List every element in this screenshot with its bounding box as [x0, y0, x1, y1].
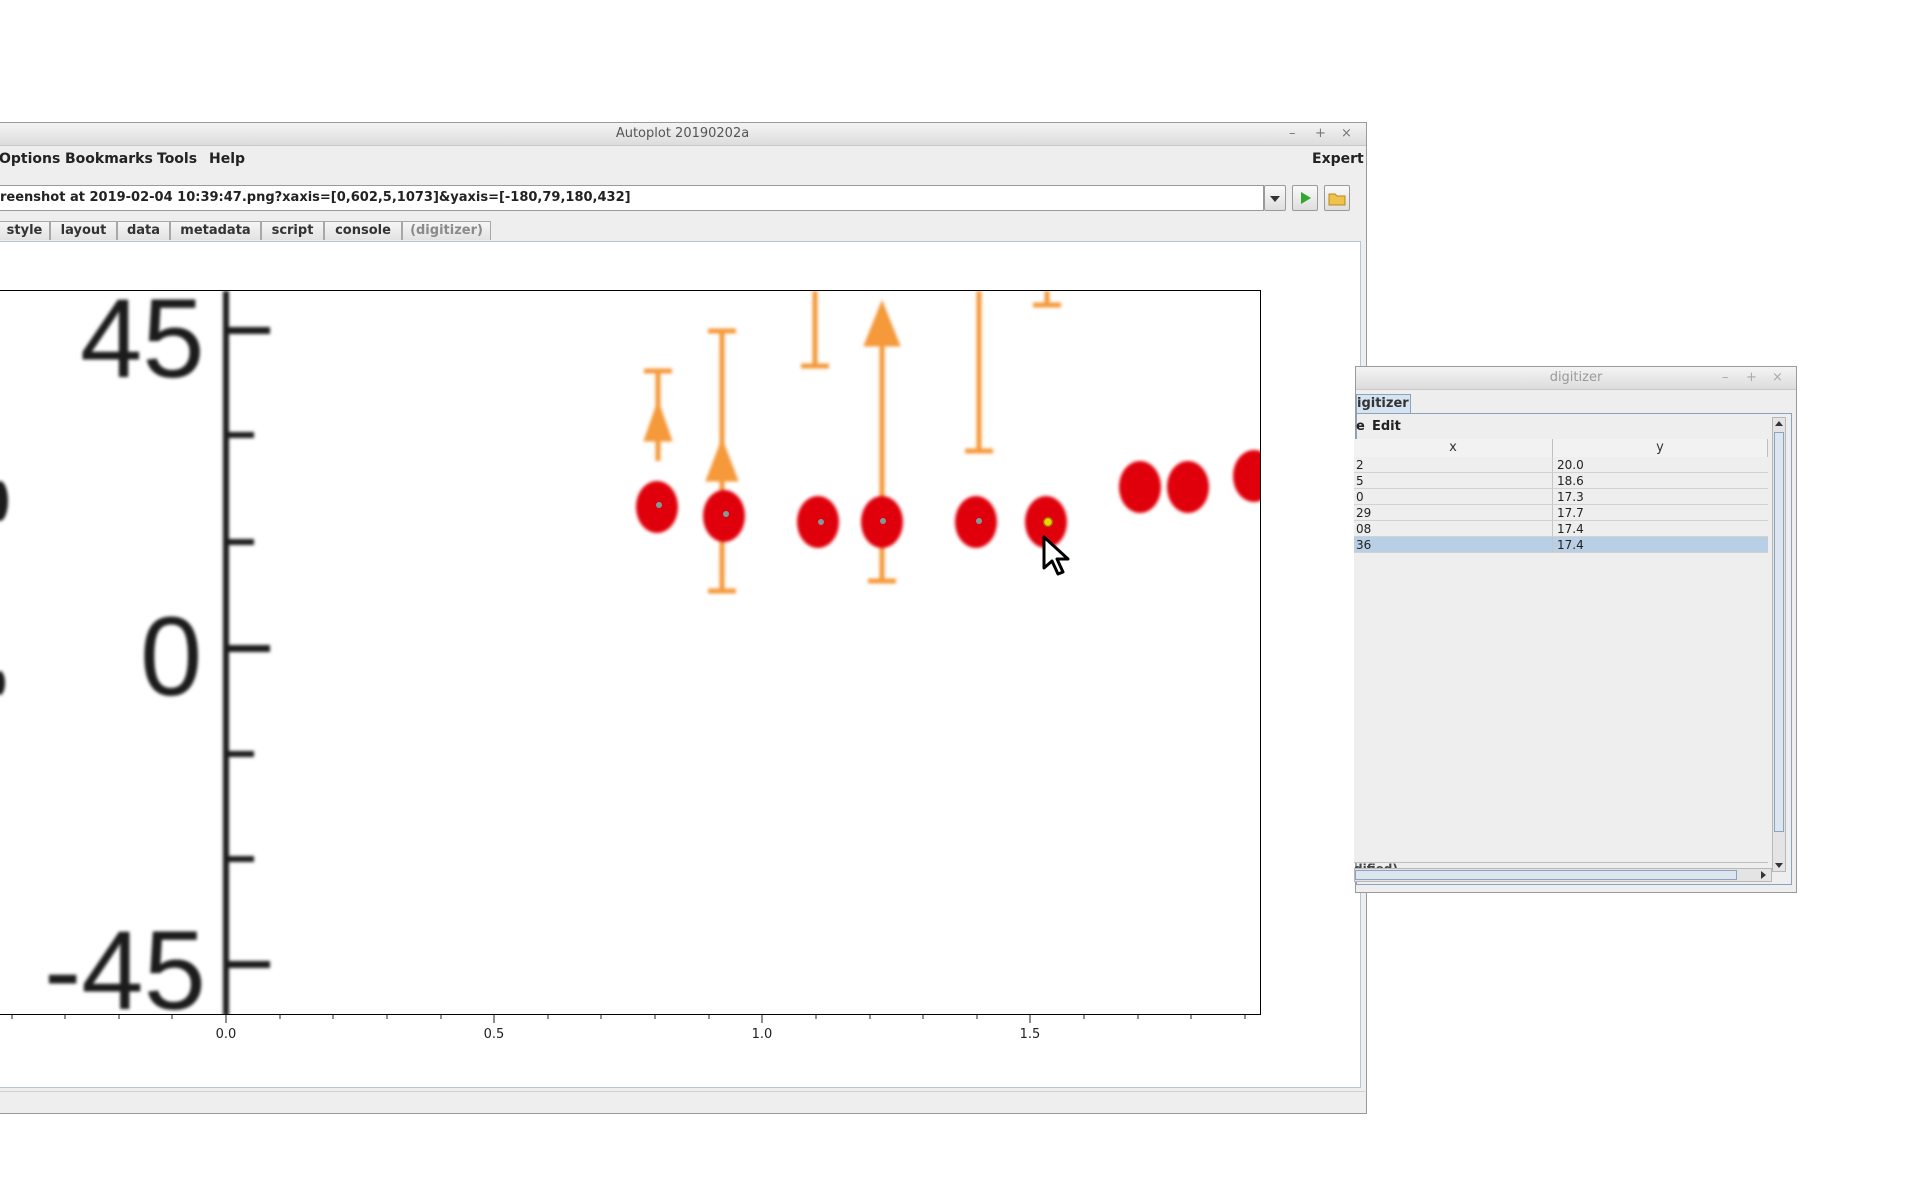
tab-data[interactable]: data	[117, 221, 170, 240]
menu-tools[interactable]: Tools	[157, 151, 197, 167]
horizontal-scrollbar[interactable]	[1354, 868, 1772, 882]
cell-x[interactable]: 2	[1354, 457, 1553, 473]
mouse-cursor-icon	[1042, 535, 1070, 576]
tab-strip: style layout data metadata script consol…	[0, 221, 1368, 241]
x-axis	[11, 1015, 1246, 1023]
digitized-point[interactable]	[656, 502, 662, 508]
digitizer-tab[interactable]: igitizer	[1356, 394, 1411, 413]
play-icon	[1301, 192, 1311, 204]
cell-y[interactable]: 17.7	[1553, 505, 1768, 521]
digitizer-menu-edit[interactable]: Edit	[1372, 419, 1401, 434]
digitizer-menu-file[interactable]: e	[1356, 419, 1365, 434]
cell-x[interactable]: 29	[1354, 505, 1553, 521]
digitizer-title: digitizer	[1549, 370, 1603, 385]
chevron-down-icon	[1270, 196, 1280, 202]
image-label-45: 45	[80, 290, 205, 401]
digitized-point[interactable]	[723, 511, 729, 517]
scroll-down-icon[interactable]	[1773, 859, 1785, 871]
vertical-scroll-thumb[interactable]	[1774, 432, 1784, 832]
cell-x[interactable]: 5	[1354, 473, 1553, 489]
digitized-point[interactable]	[976, 518, 982, 524]
x-tick-label: 0.0	[215, 1027, 237, 1042]
digitizer-titlebar[interactable]: digitizer	[1356, 367, 1796, 390]
uri-dropdown-button[interactable]	[1264, 185, 1286, 211]
window-title: Autoplot 20190202a	[615, 126, 750, 141]
cell-y[interactable]: 17.4	[1553, 521, 1768, 537]
expert-menu[interactable]: Expert	[1312, 151, 1364, 167]
minimize-button[interactable]: –	[1289, 123, 1296, 145]
image-label-minus45: -45	[44, 908, 206, 1015]
tab-style[interactable]: style	[0, 221, 50, 240]
tab-digitizer[interactable]: (digitizer)	[402, 221, 491, 240]
table-row[interactable]: 5 18.6	[1354, 473, 1768, 489]
digitized-point-selected[interactable]	[1042, 516, 1054, 528]
go-button[interactable]	[1292, 185, 1318, 211]
digitizer-maximize-button[interactable]: +	[1746, 367, 1757, 389]
digitized-point[interactable]	[880, 518, 886, 524]
menu-options[interactable]: Options	[0, 151, 60, 167]
table-row[interactable]: 29 17.7	[1354, 505, 1768, 521]
menu-bookmarks[interactable]: Bookmarks	[65, 151, 153, 167]
menu-bar: Options Bookmarks Tools Help Expert	[0, 147, 1366, 171]
uri-field[interactable]: reenshot at 2019-02-04 10:39:47.png?xaxi…	[0, 185, 1264, 211]
table-row-selected[interactable]: 36 17.4	[1354, 537, 1768, 553]
x-tick-label: 1.5	[1019, 1027, 1041, 1042]
open-file-button[interactable]	[1324, 185, 1350, 211]
table-row[interactable]: 2 20.0	[1354, 457, 1768, 473]
tab-layout[interactable]: layout	[50, 221, 117, 240]
tab-script[interactable]: script	[261, 221, 324, 240]
cell-y[interactable]: 17.3	[1553, 489, 1768, 505]
vertical-scrollbar[interactable]	[1772, 417, 1786, 872]
status-bar	[0, 1091, 1365, 1114]
digitizer-menubar: e Edit	[1356, 417, 1776, 437]
column-header-y[interactable]: y	[1553, 439, 1768, 457]
close-button[interactable]: ×	[1341, 123, 1352, 145]
uri-text: reenshot at 2019-02-04 10:39:47.png?xaxi…	[0, 190, 631, 205]
scroll-right-icon[interactable]	[1757, 869, 1769, 881]
cell-x[interactable]: 36	[1354, 537, 1553, 553]
plot-area[interactable]: 45 0 -45	[0, 290, 1261, 1015]
cell-y[interactable]: 18.6	[1553, 473, 1768, 489]
table-row[interactable]: 08 17.4	[1354, 521, 1768, 537]
tab-metadata[interactable]: metadata	[170, 221, 261, 240]
column-header-x[interactable]: x	[1354, 439, 1553, 457]
x-tick-label: 0.5	[483, 1027, 505, 1042]
cell-x[interactable]: 08	[1354, 521, 1553, 537]
digitized-point[interactable]	[818, 519, 824, 525]
cell-y[interactable]: 20.0	[1553, 457, 1768, 473]
maximize-button[interactable]: +	[1315, 123, 1326, 145]
table-row[interactable]: 0 17.3	[1354, 489, 1768, 505]
image-label-0: 0	[140, 594, 203, 719]
scroll-up-icon[interactable]	[1773, 418, 1785, 430]
digitizer-status-text: dified)	[1354, 860, 1398, 868]
autoplot-titlebar[interactable]: Autoplot 20190202a	[0, 123, 1366, 146]
menu-help[interactable]: Help	[209, 151, 245, 167]
digitizer-minimize-button[interactable]: –	[1722, 367, 1729, 389]
tab-console[interactable]: console	[324, 221, 402, 240]
folder-icon	[1328, 193, 1346, 206]
cell-y[interactable]: 17.4	[1553, 537, 1768, 553]
horizontal-scroll-thumb[interactable]	[1355, 870, 1737, 880]
x-tick-label: 1.0	[751, 1027, 773, 1042]
cell-x[interactable]: 0	[1354, 489, 1553, 505]
digitizer-close-button[interactable]: ×	[1772, 367, 1783, 389]
